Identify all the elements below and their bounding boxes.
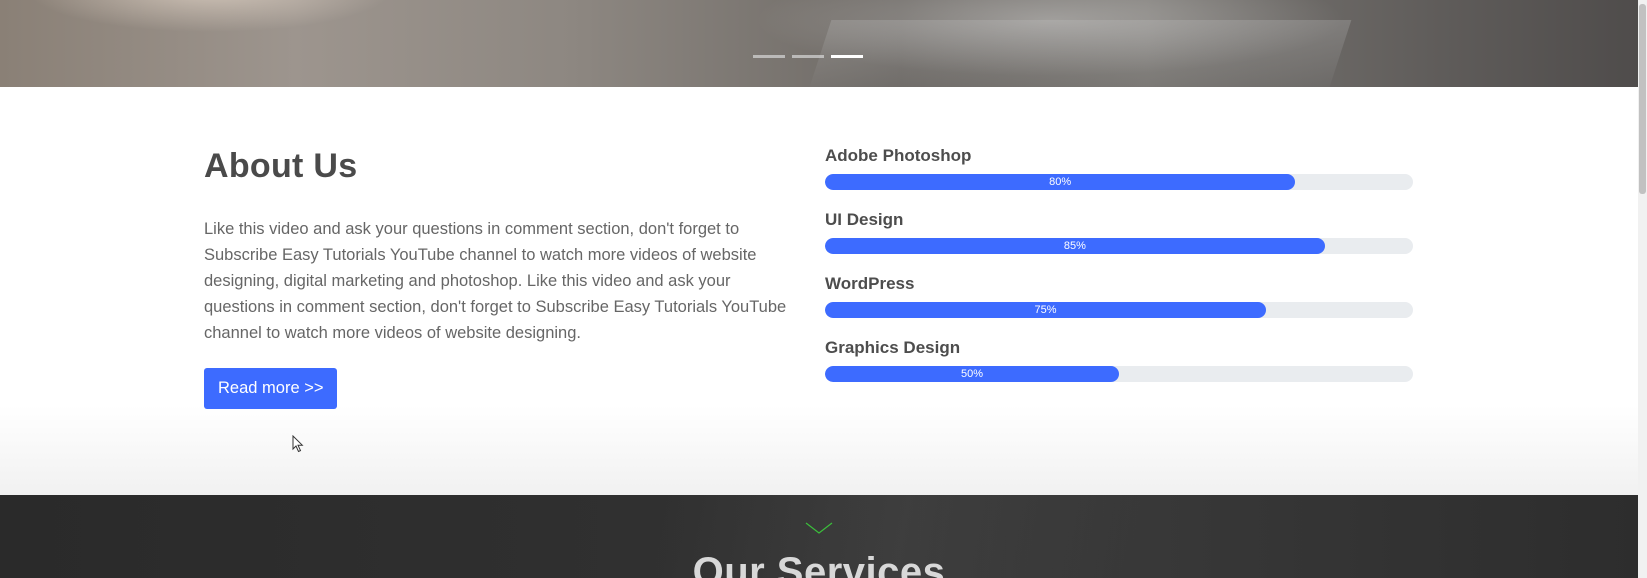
about-title: About Us <box>204 147 358 185</box>
progress-track: 80% <box>825 174 1413 190</box>
services-section: Our Services <box>0 495 1638 578</box>
page-scrollbar[interactable] <box>1638 0 1647 578</box>
about-content: About Us Like this video and ask your qu… <box>204 147 794 409</box>
mouse-pointer-icon <box>292 434 304 458</box>
skills-list: Adobe Photoshop 80% UI Design 85% WordPr… <box>825 145 1413 401</box>
services-title: Our Services <box>692 550 946 578</box>
progress-bar: 80% <box>825 174 1296 190</box>
about-description: Like this video and ask your questions i… <box>204 220 787 342</box>
progress-bar: 85% <box>825 238 1325 254</box>
slider-dot-3[interactable] <box>831 55 863 58</box>
hero-banner <box>0 0 1638 90</box>
skill-label: Adobe Photoshop <box>825 146 972 165</box>
skill-item: Adobe Photoshop 80% <box>825 145 1413 190</box>
progress-track: 75% <box>825 302 1413 318</box>
skill-label: WordPress <box>825 274 915 293</box>
slider-dot-1[interactable] <box>753 55 785 58</box>
page: About Us Like this video and ask your qu… <box>0 0 1647 578</box>
chevron-down-icon <box>804 521 834 540</box>
read-more-button[interactable]: Read more >> <box>204 368 338 409</box>
progress-track: 85% <box>825 238 1413 254</box>
about-section: About Us Like this video and ask your qu… <box>0 87 1638 495</box>
progress-track: 50% <box>825 366 1413 382</box>
skill-item: Graphics Design 50% <box>825 337 1413 382</box>
progress-bar: 50% <box>825 366 1119 382</box>
hero-background-shape <box>808 20 1352 90</box>
progress-bar: 75% <box>825 302 1266 318</box>
skill-item: UI Design 85% <box>825 209 1413 254</box>
skill-label: Graphics Design <box>825 338 961 357</box>
slider-indicators <box>753 55 863 58</box>
skill-label: UI Design <box>825 210 904 229</box>
scrollbar-thumb[interactable] <box>1639 4 1646 194</box>
slider-dot-2[interactable] <box>792 55 824 58</box>
skill-item: WordPress 75% <box>825 273 1413 318</box>
